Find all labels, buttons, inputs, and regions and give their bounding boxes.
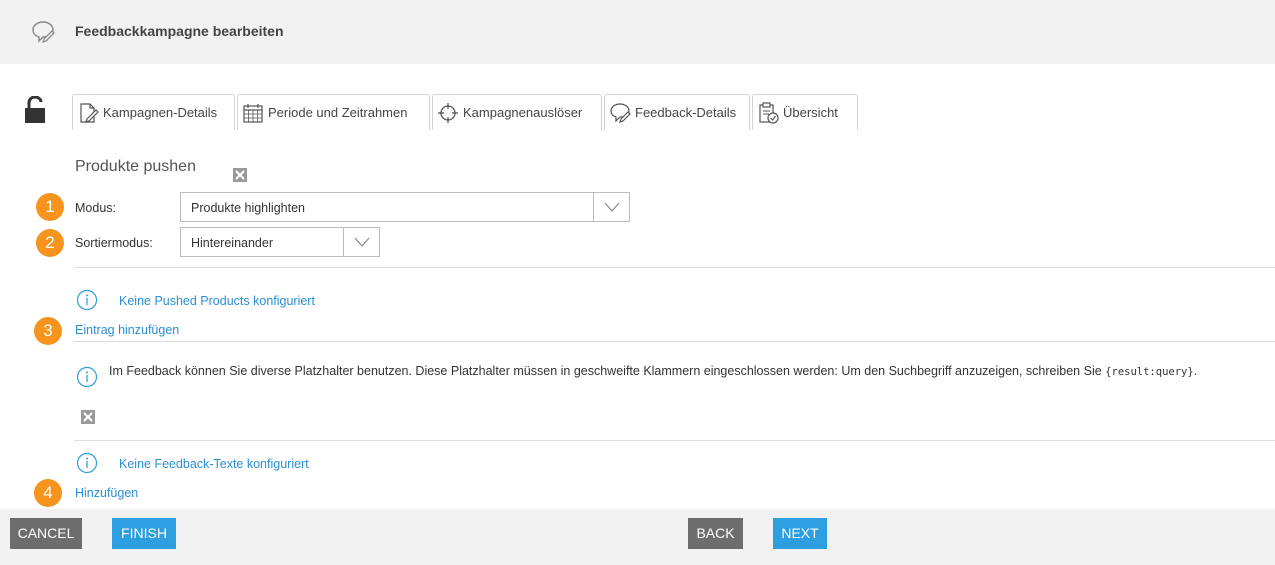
empty-pushed-products-text: Keine Pushed Products konfiguriert (119, 294, 315, 308)
dropdown-toggle[interactable] (593, 193, 629, 221)
info-end: . (1193, 364, 1198, 378)
page-title: Feedbackkampagne bearbeiten (75, 23, 284, 39)
placeholder-info-text: Im Feedback können Sie diverse Platzhalt… (109, 364, 1269, 378)
step-badge: 2 (36, 229, 64, 257)
info-icon (76, 366, 98, 388)
modus-value: Produkte highlighten (191, 201, 305, 215)
modus-label: Modus: (75, 201, 116, 215)
chevron-down-icon (354, 237, 370, 247)
footer-bar: CANCEL FINISH BACK NEXT (0, 509, 1275, 565)
page-header: Feedbackkampagne bearbeiten (0, 0, 1275, 64)
empty-feedback-texts-text: Keine Feedback-Texte konfiguriert (119, 457, 309, 471)
info-code: {result:query} (1105, 366, 1194, 378)
tab-label: Kampagnenauslöser (463, 105, 583, 120)
tab-label: Übersicht (783, 105, 838, 120)
add-entry-link[interactable]: Eintrag hinzufügen (75, 323, 179, 337)
sortiermodus-value: Hintereinander (191, 236, 273, 250)
cancel-button[interactable]: CANCEL (10, 518, 82, 549)
lock-open-icon[interactable] (24, 96, 46, 124)
calendar-icon (243, 103, 263, 123)
remove-icon[interactable] (81, 410, 95, 424)
speech-bubble-pen-icon (610, 102, 631, 123)
divider (74, 341, 1275, 342)
step-badge: 3 (34, 317, 62, 345)
tab-kampagnenausloeser[interactable]: Kampagnenauslöser (432, 94, 602, 130)
modus-select[interactable]: Produkte highlighten (180, 192, 630, 222)
tab-label: Periode und Zeitrahmen (268, 105, 408, 120)
divider (74, 440, 1275, 441)
add-feedback-link[interactable]: Hinzufügen (75, 486, 138, 500)
clipboard-check-icon (759, 101, 779, 124)
chevron-down-icon (604, 202, 620, 212)
tab-kampagnen-details[interactable]: Kampagnen-Details (72, 94, 235, 130)
sortiermodus-select[interactable]: Hintereinander (180, 227, 380, 257)
step-badge: 1 (36, 193, 64, 221)
dropdown-toggle[interactable] (343, 228, 379, 256)
tab-label: Kampagnen-Details (103, 105, 218, 120)
tab-periode-und-zeitrahmen[interactable]: Periode und Zeitrahmen (237, 94, 430, 130)
info-icon (76, 452, 98, 474)
divider (74, 267, 1275, 268)
tab-label: Feedback-Details (635, 105, 737, 120)
section-title: Produkte pushen (75, 158, 196, 175)
sortiermodus-label: Sortiermodus: (75, 236, 153, 250)
remove-icon[interactable] (233, 168, 247, 182)
back-button[interactable]: BACK (688, 518, 743, 549)
info-text: Im Feedback können Sie diverse Platzhalt… (109, 364, 1102, 378)
tab-uebersicht[interactable]: Übersicht (752, 94, 858, 130)
info-icon (76, 289, 98, 311)
finish-button[interactable]: FINISH (112, 518, 176, 549)
speech-bubble-pen-icon (32, 21, 55, 44)
step-badge: 4 (34, 479, 62, 507)
document-edit-icon (80, 102, 99, 123)
next-button[interactable]: NEXT (773, 518, 827, 549)
crosshair-icon (438, 102, 458, 123)
tab-feedback-details[interactable]: Feedback-Details (604, 94, 750, 130)
